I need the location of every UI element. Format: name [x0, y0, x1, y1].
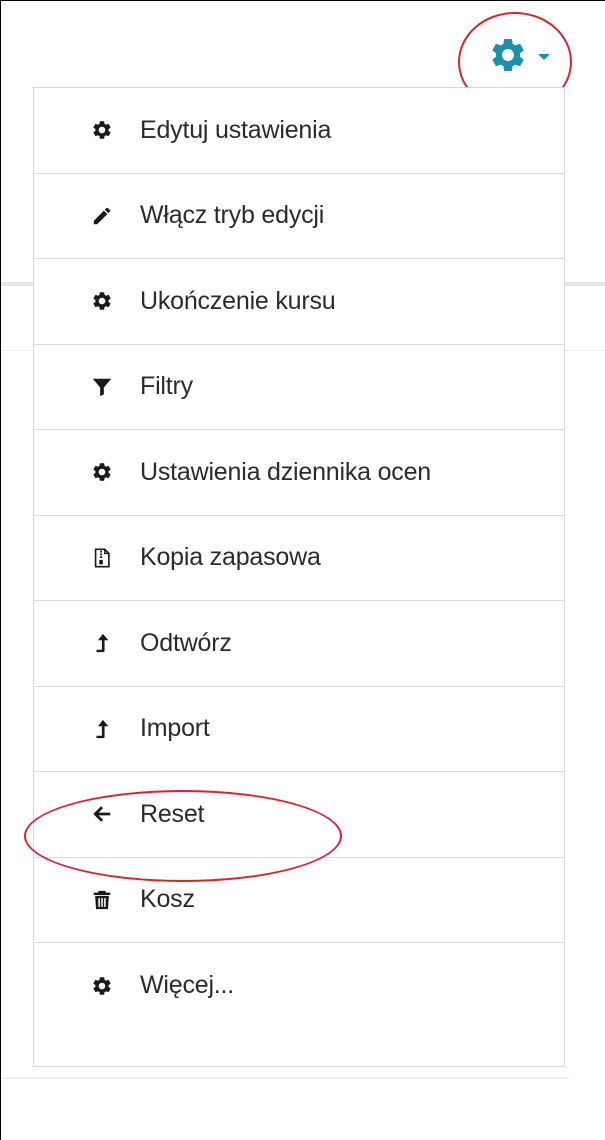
menu-item-course-completion[interactable]: Ukończenie kursu	[34, 259, 564, 345]
gear-icon	[90, 460, 114, 484]
settings-dropdown-menu: Edytuj ustawienia Włącz tryb edycji Ukoń…	[33, 87, 565, 1067]
filter-icon	[90, 375, 114, 399]
settings-menu-trigger[interactable]	[483, 30, 563, 80]
menu-item-more[interactable]: Więcej...	[34, 943, 564, 1029]
menu-item-label: Ukończenie kursu	[140, 286, 336, 315]
gear-icon	[90, 974, 114, 998]
gear-icon	[492, 38, 524, 71]
menu-item-edit-settings[interactable]: Edytuj ustawienia	[34, 88, 564, 174]
level-up-icon	[90, 631, 114, 655]
menu-item-label: Kopia zapasowa	[140, 543, 321, 572]
file-archive-icon	[90, 546, 114, 570]
menu-item-label: Ustawienia dziennika ocen	[140, 457, 432, 486]
menu-item-label: Włącz tryb edycji	[140, 201, 325, 230]
caret-down-icon	[538, 54, 550, 60]
menu-item-label: Reset	[140, 799, 205, 828]
menu-item-label: Kosz	[140, 885, 195, 914]
pencil-icon	[90, 204, 114, 228]
menu-item-filters[interactable]: Filtry	[34, 345, 564, 430]
menu-item-label: Więcej...	[140, 971, 235, 1000]
menu-item-edit-mode[interactable]: Włącz tryb edycji	[34, 174, 564, 259]
divider	[1, 1077, 569, 1079]
menu-item-label: Odtwórz	[140, 628, 232, 657]
menu-item-label: Edytuj ustawienia	[140, 115, 332, 144]
level-up-icon	[90, 717, 114, 741]
gear-icon	[90, 118, 114, 142]
menu-item-import[interactable]: Import	[34, 687, 564, 772]
arrow-left-icon	[90, 802, 114, 826]
menu-item-recycle-bin[interactable]: Kosz	[34, 858, 564, 943]
menu-item-gradebook-setup[interactable]: Ustawienia dziennika ocen	[34, 430, 564, 516]
menu-item-label: Import	[140, 714, 210, 743]
menu-item-reset[interactable]: Reset	[34, 772, 564, 858]
menu-item-backup[interactable]: Kopia zapasowa	[34, 516, 564, 601]
menu-item-restore[interactable]: Odtwórz	[34, 601, 564, 687]
trash-icon	[90, 888, 114, 912]
menu-item-label: Filtry	[140, 372, 193, 401]
gear-icon	[90, 289, 114, 313]
